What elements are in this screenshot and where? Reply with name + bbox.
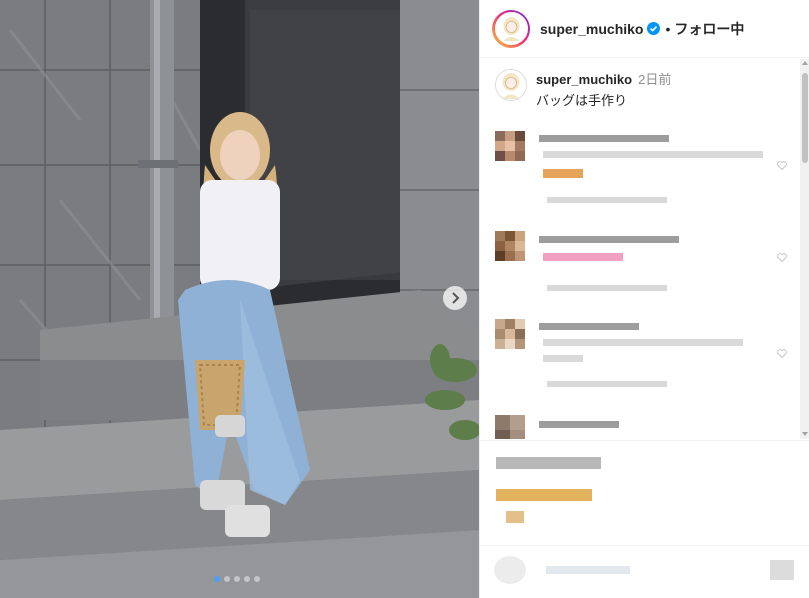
commenter-avatar[interactable] bbox=[495, 131, 525, 161]
comment-item bbox=[495, 131, 795, 211]
avatar-illustration-icon bbox=[496, 14, 526, 43]
heart-icon[interactable] bbox=[777, 161, 787, 170]
blurred-comment-meta bbox=[547, 285, 667, 291]
carousel-dot bbox=[224, 576, 230, 582]
blurred-comment-text bbox=[543, 355, 583, 362]
caption-timestamp[interactable]: 2日前 bbox=[638, 72, 671, 87]
post-comment-button[interactable] bbox=[770, 560, 794, 580]
carousel-dot bbox=[244, 576, 250, 582]
blurred-comment-text bbox=[543, 151, 763, 158]
heart-icon[interactable] bbox=[777, 253, 787, 262]
comments-list[interactable]: super_muchiko 2日前 バッグは手作り bbox=[480, 59, 802, 439]
caption-text: バッグは手作り bbox=[536, 93, 628, 108]
post-photo[interactable] bbox=[0, 0, 479, 598]
commenter-avatar[interactable] bbox=[495, 415, 525, 439]
verified-badge-icon bbox=[647, 22, 661, 35]
blurred-emoji bbox=[543, 253, 623, 261]
blurred-emoji bbox=[506, 511, 524, 523]
blurred-username bbox=[539, 323, 639, 330]
following-button[interactable]: フォロー中 bbox=[674, 19, 744, 39]
post-header: super_muchiko • フォロー中 bbox=[480, 0, 809, 58]
blurred-username bbox=[539, 135, 669, 142]
comments-scrollbar[interactable] bbox=[800, 59, 809, 439]
blurred-username bbox=[539, 236, 679, 243]
comment-item bbox=[495, 415, 795, 439]
profile-avatar[interactable] bbox=[492, 9, 530, 48]
post-image bbox=[0, 0, 479, 598]
carousel-dot bbox=[254, 576, 260, 582]
separator-dot: • bbox=[665, 20, 671, 37]
blurred-comment-meta bbox=[547, 197, 667, 203]
post-caption: super_muchiko 2日前 バッグは手作り bbox=[495, 69, 671, 109]
blurred-emoji bbox=[543, 169, 583, 178]
blurred-comment-meta bbox=[547, 381, 667, 387]
blurred-likes bbox=[496, 489, 592, 501]
carousel-dot bbox=[214, 576, 220, 582]
caption-username[interactable]: super_muchiko bbox=[536, 72, 632, 87]
post-username[interactable]: super_muchiko bbox=[540, 21, 643, 37]
blurred-comment-text bbox=[543, 339, 743, 346]
next-photo-button[interactable] bbox=[443, 286, 467, 310]
comment-input[interactable] bbox=[546, 566, 630, 574]
chevron-right-icon bbox=[452, 292, 460, 304]
post-sidebar: super_muchiko • フォロー中 super_muchiko 2日前 … bbox=[479, 0, 809, 598]
commenter-avatar[interactable] bbox=[495, 319, 525, 349]
post-actions bbox=[480, 440, 809, 540]
avatar-illustration-icon bbox=[496, 70, 526, 100]
carousel-dot bbox=[234, 576, 240, 582]
heart-icon[interactable] bbox=[777, 349, 787, 358]
caption-avatar[interactable] bbox=[495, 69, 527, 101]
scrollbar-thumb[interactable] bbox=[802, 73, 808, 163]
carousel-indicator bbox=[214, 576, 260, 582]
comment-item bbox=[495, 231, 795, 301]
commenter-avatar[interactable] bbox=[495, 231, 525, 261]
blurred-action-icons[interactable] bbox=[496, 457, 601, 469]
add-comment-bar bbox=[480, 545, 809, 598]
emoji-icon[interactable] bbox=[494, 556, 526, 584]
comment-item bbox=[495, 319, 795, 394]
blurred-username bbox=[539, 421, 619, 428]
